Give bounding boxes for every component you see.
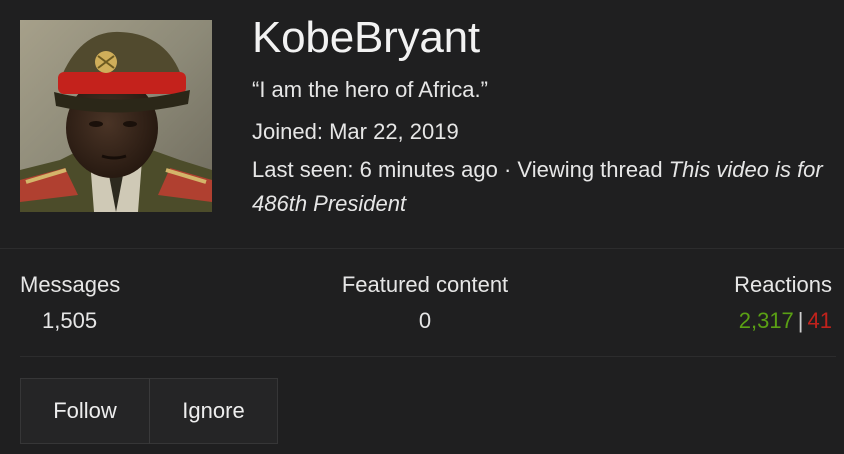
reactions-separator: | bbox=[797, 308, 804, 333]
avatar-portrait-image bbox=[20, 20, 212, 212]
profile-stats: Messages 1,505 Featured content 0 Reacti… bbox=[20, 270, 836, 357]
stat-reactions-label: Reactions bbox=[734, 272, 832, 297]
follow-button[interactable]: Follow bbox=[20, 378, 150, 444]
stat-reactions-value: 2,317 | 41 bbox=[734, 306, 832, 336]
avatar[interactable] bbox=[20, 20, 212, 212]
stat-messages-value: 1,505 bbox=[42, 308, 98, 333]
joined-date: Joined: Mar 22, 2019 bbox=[252, 118, 824, 146]
username[interactable]: KobeBryant bbox=[252, 12, 824, 64]
stat-featured-value: 0 bbox=[418, 308, 432, 333]
reactions-positive: 2,317 bbox=[738, 308, 794, 333]
profile-header: KobeBryant “I am the hero of Africa.” Jo… bbox=[0, 0, 844, 249]
joined-label: Joined: bbox=[252, 119, 323, 144]
stat-featured-content[interactable]: Featured content 0 bbox=[333, 270, 517, 336]
stat-featured-label: Featured content bbox=[341, 272, 509, 297]
status-message: “I am the hero of Africa.” bbox=[252, 77, 488, 102]
member-profile-card: KobeBryant “I am the hero of Africa.” Jo… bbox=[0, 0, 844, 454]
stat-messages-label: Messages bbox=[20, 272, 121, 297]
joined-value: Mar 22, 2019 bbox=[329, 119, 459, 144]
stat-messages[interactable]: Messages 1,505 bbox=[20, 270, 120, 336]
last-seen-label: Last seen: bbox=[252, 157, 354, 182]
last-seen: Last seen: 6 minutes ago · Viewing threa… bbox=[252, 153, 824, 221]
profile-info: KobeBryant “I am the hero of Africa.” Jo… bbox=[252, 12, 824, 221]
stat-reactions: Reactions 2,317 | 41 bbox=[734, 270, 832, 336]
activity-separator: · bbox=[503, 157, 512, 182]
ignore-button[interactable]: Ignore bbox=[150, 378, 278, 444]
profile-actions: Follow Ignore bbox=[20, 378, 278, 444]
last-seen-value: 6 minutes ago bbox=[359, 157, 498, 182]
reactions-negative: 41 bbox=[807, 308, 832, 333]
activity-text: Viewing thread bbox=[517, 157, 663, 182]
